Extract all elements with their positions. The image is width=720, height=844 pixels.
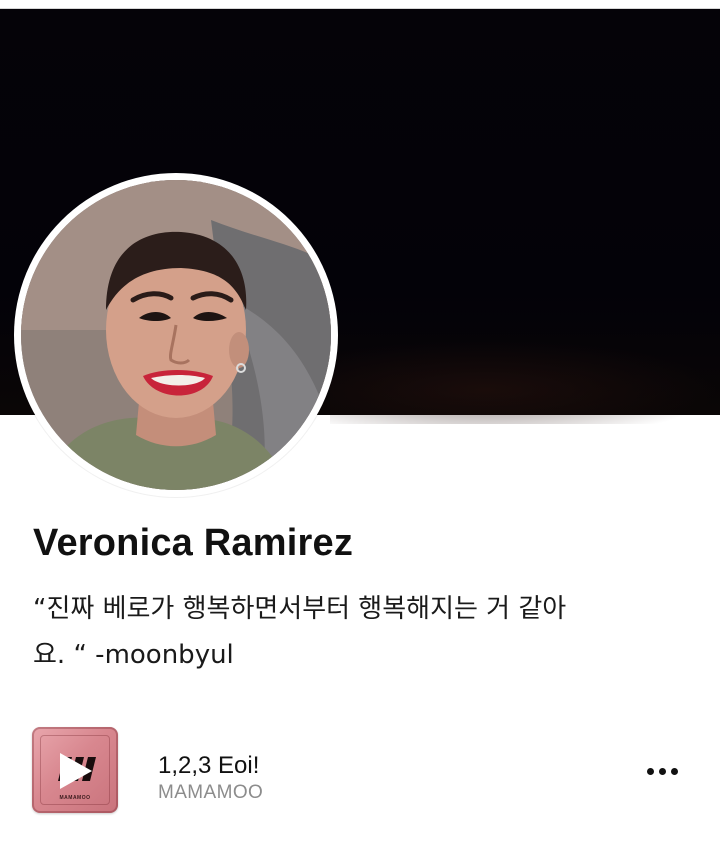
profile-bio: “진짜 베로가 행복하면서부터 행복해지는 거 같아 요. “ -moonbyu… <box>33 586 693 678</box>
avatar[interactable] <box>21 180 331 490</box>
album-art[interactable]: MAMAMOO <box>32 727 118 813</box>
bio-line-1: “진짜 베로가 행복하면서부터 행복해지는 거 같아 <box>33 594 567 624</box>
cover-texture <box>330 339 720 424</box>
profile-name: Veronica Ramirez <box>33 522 354 564</box>
song-artist[interactable]: MAMAMOO <box>158 782 263 804</box>
more-dot <box>670 767 678 775</box>
more-dot <box>646 767 654 775</box>
more-options-button[interactable] <box>636 754 688 788</box>
bio-line-2: 요. “ -moonbyul <box>33 640 234 670</box>
song-title[interactable]: 1,2,3 Eoi! <box>158 752 259 780</box>
more-options-icon <box>644 767 680 775</box>
avatar-photo <box>21 180 331 490</box>
album-caption: MAMAMOO <box>59 795 91 801</box>
more-dot <box>658 767 666 775</box>
top-divider <box>0 0 720 9</box>
play-icon[interactable] <box>52 748 98 794</box>
profile-page: Veronica Ramirez “진짜 베로가 행복하면서부터 행복해지는 거… <box>0 0 720 844</box>
profile-song[interactable]: MAMAMOO 1,2,3 Eoi! MAMAMOO <box>32 727 688 817</box>
